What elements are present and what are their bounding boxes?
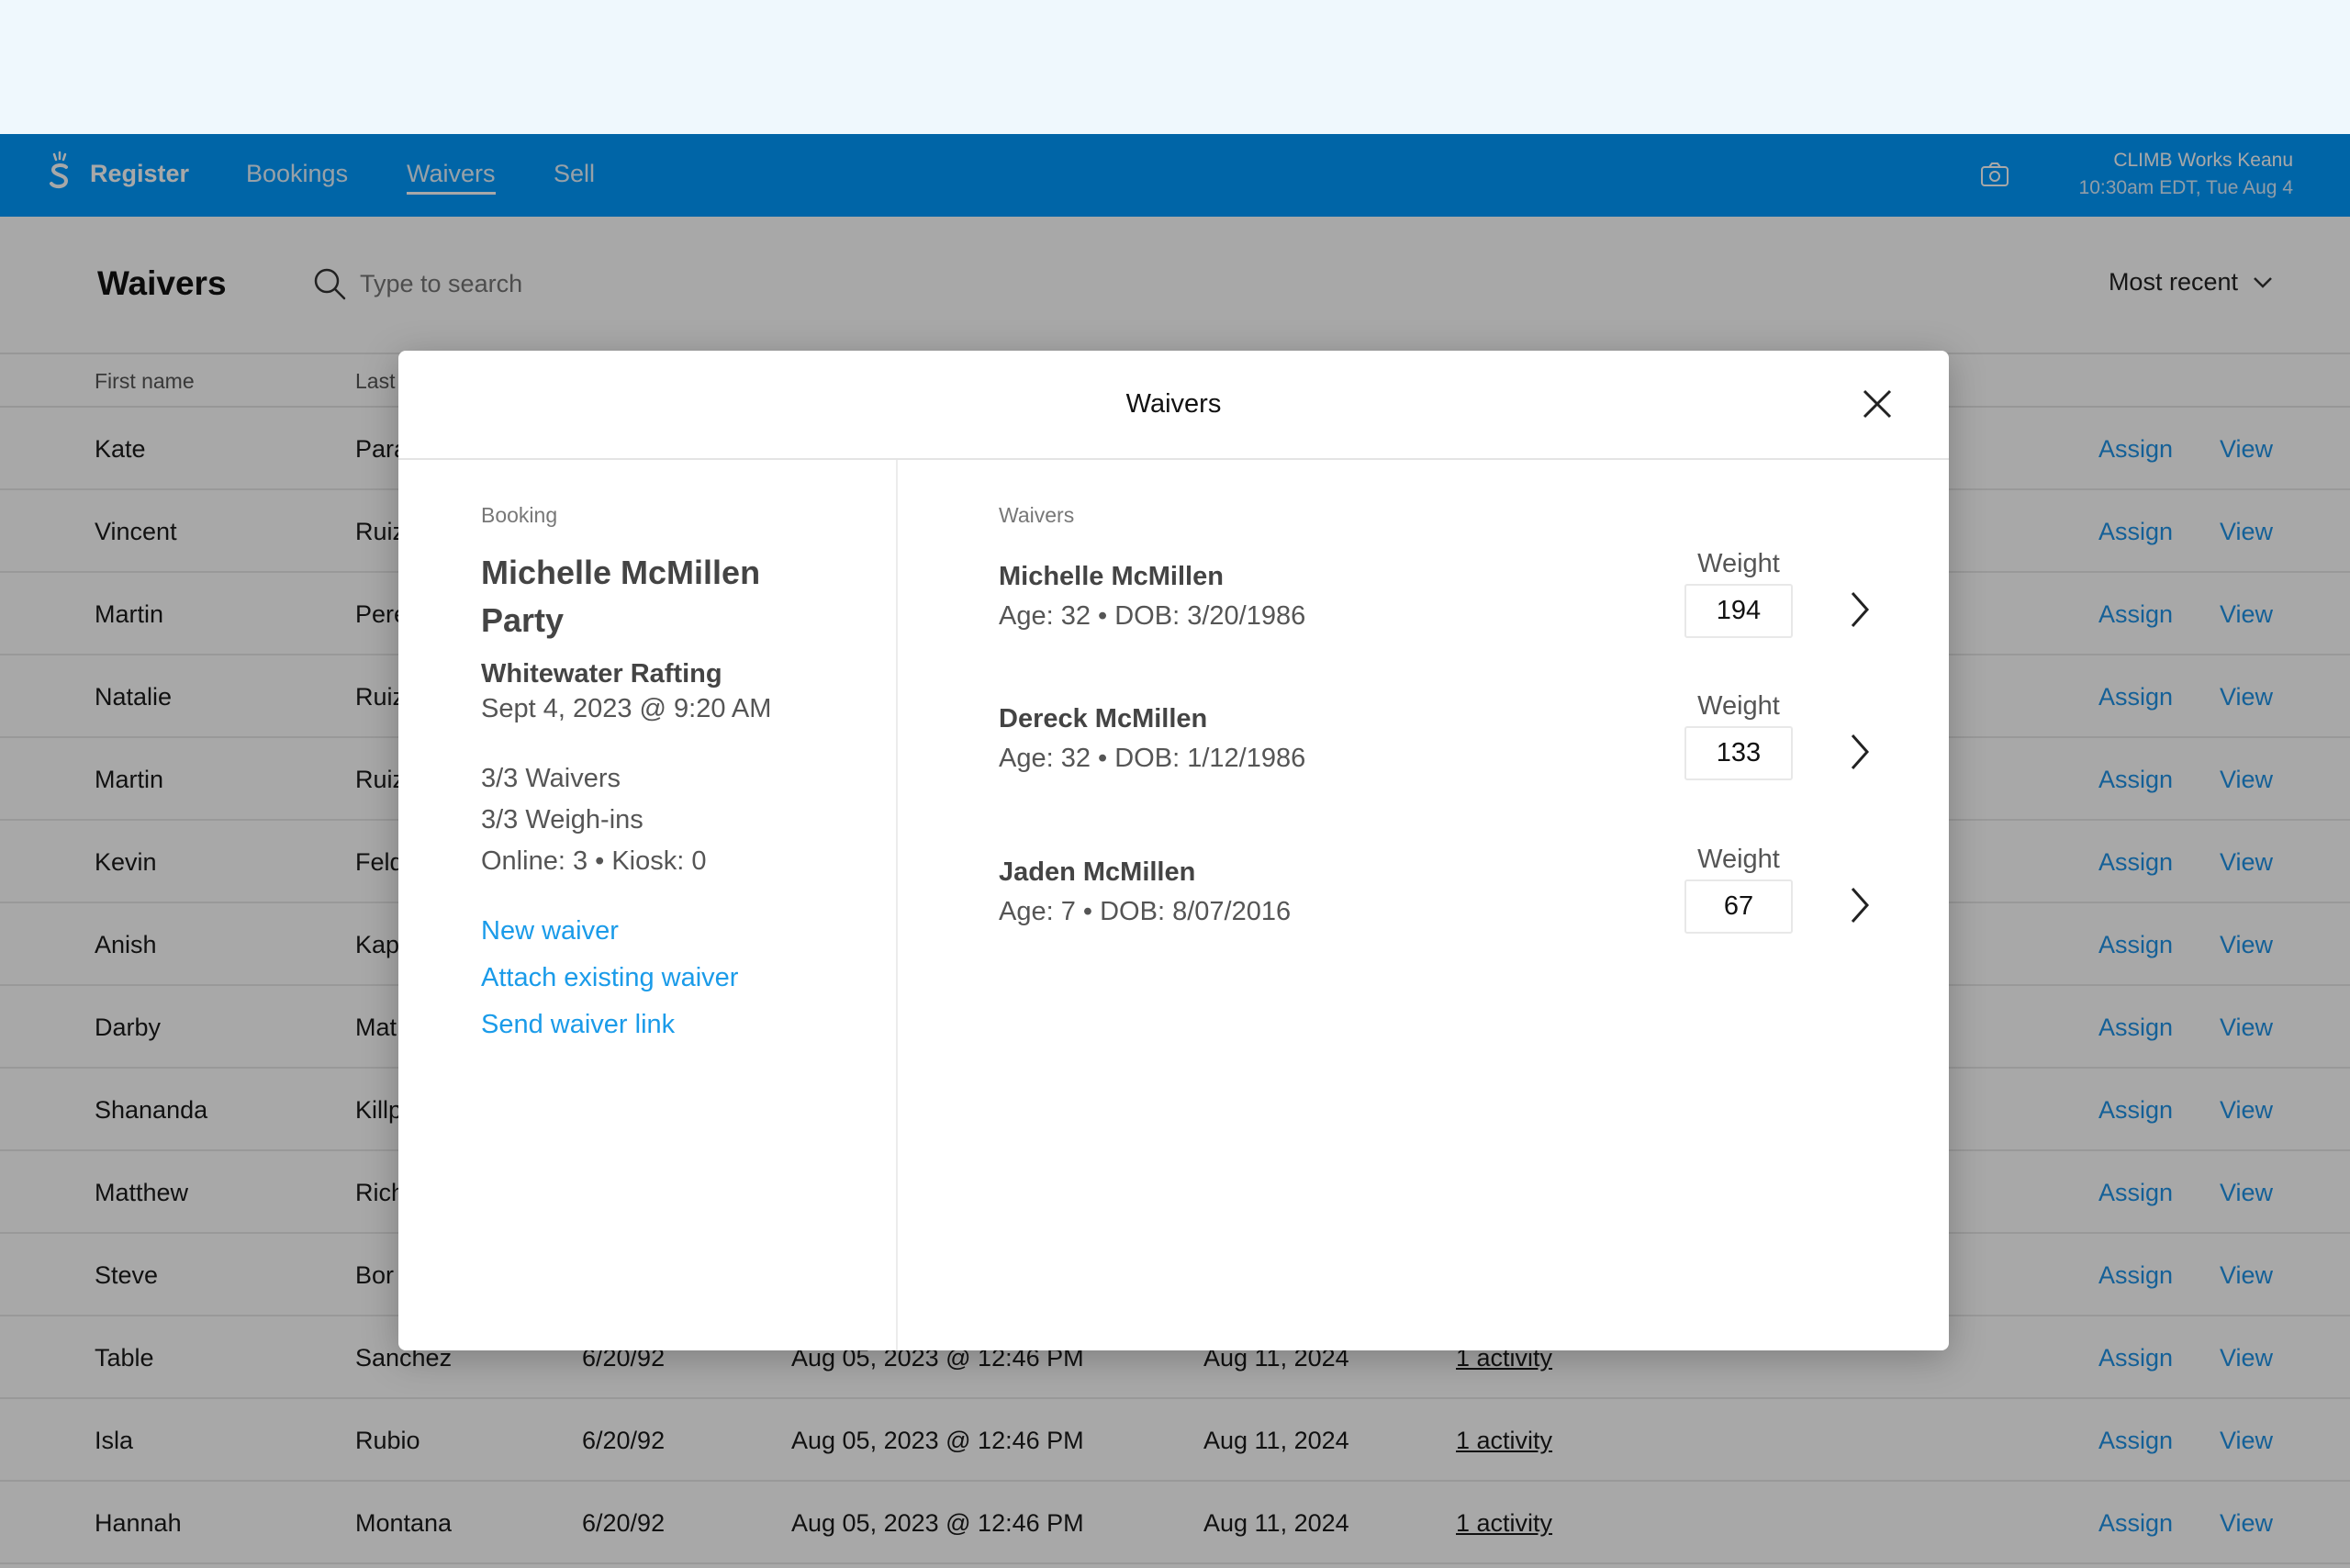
waiver-details: Age: 32 • DOB: 3/20/1986 [999,601,1306,631]
weight-label: Weight [1697,691,1780,721]
waiver-sources: Online: 3 • Kiosk: 0 [481,846,707,876]
waiver-entry: Dereck McMillen Age: 32 • DOB: 1/12/1986… [999,691,1917,814]
weight-label: Weight [1697,549,1780,578]
waivers-count: 3/3 Waivers [481,764,621,793]
booking-name: Michelle McMillen Party [481,554,761,639]
chevron-right-icon[interactable] [1849,732,1871,772]
waiver-details: Age: 32 • DOB: 1/12/1986 [999,744,1306,773]
waivers-label: Waivers [999,503,1075,527]
send-waiver-link[interactable]: Send waiver link [481,1010,675,1040]
modal-divider [896,460,898,1350]
weight-input[interactable] [1684,584,1793,638]
chevron-right-icon[interactable] [1849,589,1871,630]
waiver-name: Jaden McMillen [999,857,1196,887]
weight-label: Weight [1697,845,1780,874]
close-icon[interactable] [1859,386,1896,422]
waiver-details: Age: 7 • DOB: 8/07/2016 [999,897,1292,926]
waiver-entry: Jaden McMillen Age: 7 • DOB: 8/07/2016 W… [999,845,1917,968]
top-strip [0,0,2350,134]
new-waiver-link[interactable]: New waiver [481,916,619,946]
chevron-right-icon[interactable] [1849,885,1871,925]
waivers-modal: Waivers Booking Michelle McMillen Party … [398,351,1949,1350]
weight-input[interactable] [1684,726,1793,780]
modal-header: Waivers [398,351,1949,460]
weight-input[interactable] [1684,879,1793,934]
booking-label: Booking [481,503,558,527]
waiver-entry: Michelle McMillen Age: 32 • DOB: 3/20/19… [999,549,1917,672]
waiver-name: Michelle McMillen [999,562,1224,591]
waiver-name: Dereck McMillen [999,704,1208,734]
modal-title: Waivers [1125,389,1222,419]
activity-date: Sept 4, 2023 @ 9:20 AM [481,694,772,723]
attach-existing-waiver-link[interactable]: Attach existing waiver [481,963,738,993]
weighins-count: 3/3 Weigh-ins [481,805,643,834]
activity-name: Whitewater Rafting [481,659,722,689]
